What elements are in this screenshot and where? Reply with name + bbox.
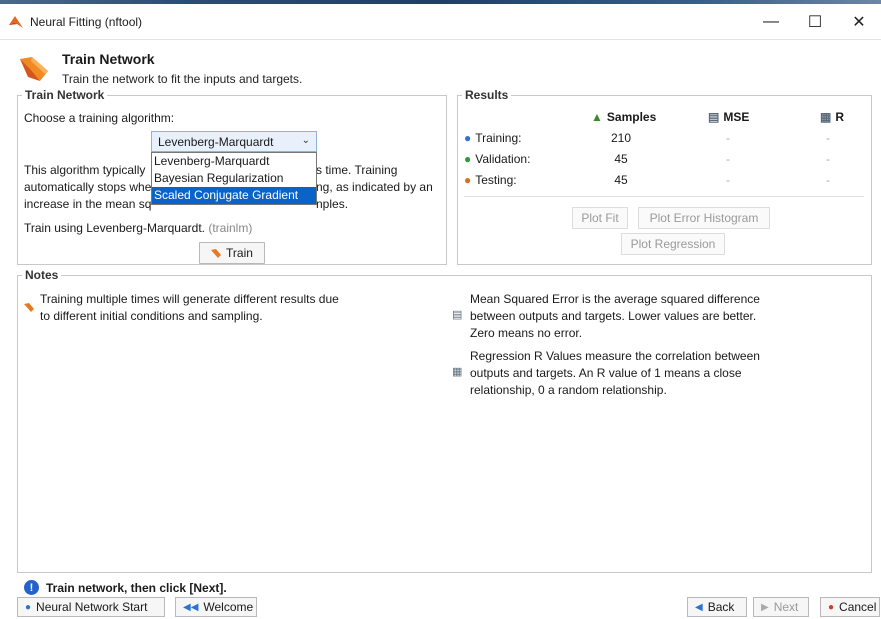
r-header: ▦ R <box>820 110 845 124</box>
training-r: - <box>826 131 830 145</box>
validation-icon: ● <box>464 152 472 166</box>
status-message: Train network, then click [Next]. <box>46 580 227 595</box>
results-panel-title: Results <box>462 88 512 102</box>
mse-icon: ▤ <box>708 110 720 124</box>
testing-r: - <box>826 173 830 187</box>
welcome-button[interactable]: ◀◀ Welcome <box>175 597 257 617</box>
train-network-panel: Train Network Choose a training algorith… <box>17 88 447 265</box>
option-levenberg-marquardt[interactable]: Levenberg-Marquardt <box>152 153 316 170</box>
samples-icon: ▲ <box>591 110 603 124</box>
train-function-hint: (trainlm) <box>208 221 253 235</box>
info-icon: ! <box>24 580 39 595</box>
training-samples: 210 <box>610 131 632 145</box>
welcome-icon: ◀◀ <box>183 601 199 613</box>
testing-row-label: ● Testing: <box>464 173 517 187</box>
validation-samples: 45 <box>614 152 628 166</box>
train-icon <box>211 249 222 258</box>
back-button[interactable]: ◀ Back <box>687 597 747 617</box>
mse-note-line1: Mean Squared Error is the average square… <box>470 292 760 306</box>
maximize-button[interactable]: ☐ <box>793 4 837 40</box>
nn-start-icon: ● <box>25 601 32 613</box>
algorithm-dropdown: Levenberg-Marquardt Bayesian Regularizat… <box>151 152 317 205</box>
notes-panel: Notes Training multiple times will gener… <box>17 268 872 573</box>
r-note-icon: ▦ <box>452 366 463 378</box>
algorithm-select[interactable]: Levenberg-Marquardt ⌄ <box>151 131 317 152</box>
notes-panel-title: Notes <box>22 268 62 282</box>
training-note-line2: to different initial conditions and samp… <box>40 309 263 323</box>
testing-mse: - <box>726 173 730 187</box>
train-note-icon <box>24 303 34 312</box>
page-title: Train Network <box>62 51 155 67</box>
plot-fit-button[interactable]: Plot Fit <box>572 207 628 229</box>
validation-row-label: ● Validation: <box>464 152 531 166</box>
option-bayesian-regularization[interactable]: Bayesian Regularization <box>152 170 316 187</box>
status-bar: ! Train network, then click [Next]. <box>24 580 227 595</box>
validation-r: - <box>826 152 830 166</box>
close-button[interactable]: ✕ <box>837 4 881 40</box>
option-scaled-conjugate-gradient[interactable]: Scaled Conjugate Gradient <box>152 187 316 204</box>
title-bar: Neural Fitting (nftool) — ☐ ✕ <box>0 4 881 40</box>
results-panel: Results ▲ Samples ▤ MSE ▦ R ● Training: 2… <box>457 88 872 265</box>
train-using-text: Train using Levenberg-Marquardt. (trainl… <box>24 221 253 235</box>
cancel-icon: ● <box>828 601 835 613</box>
page-subtitle: Train the network to fit the inputs and … <box>62 72 303 86</box>
chevron-down-icon: ⌄ <box>301 135 310 146</box>
train-icon <box>20 57 48 81</box>
r-note-line1: Regression R Values measure the correlat… <box>470 349 760 363</box>
algorithm-select-value: Levenberg-Marquardt <box>158 134 274 149</box>
training-mse: - <box>726 131 730 145</box>
samples-header: ▲ Samples <box>591 110 657 124</box>
window-title: Neural Fitting (nftool) <box>30 14 143 29</box>
page-header: Train Network Train the network to fit t… <box>0 40 881 88</box>
mse-header: ▤ MSE <box>708 110 750 124</box>
mse-note-icon: ▤ <box>452 309 463 321</box>
mse-note-line3: Zero means no error. <box>470 326 583 340</box>
train-button[interactable]: Train <box>199 242 265 264</box>
r-icon: ▦ <box>820 110 832 124</box>
mse-note-line2: between outputs and targets. Lower value… <box>470 309 757 323</box>
next-button[interactable]: ▶ Next <box>753 597 809 617</box>
neural-network-start-button[interactable]: ● Neural Network Start <box>17 597 165 617</box>
results-divider <box>464 196 864 197</box>
cancel-button[interactable]: ● Cancel <box>820 597 880 617</box>
validation-mse: - <box>726 152 730 166</box>
train-panel-title: Train Network <box>22 88 108 102</box>
choose-algorithm-label: Choose a training algorithm: <box>24 111 175 125</box>
training-note-line1: Training multiple times will generate di… <box>40 292 339 306</box>
arrow-right-icon: ▶ <box>761 601 769 613</box>
arrow-left-icon: ◀ <box>695 601 703 613</box>
minimize-button[interactable]: — <box>749 4 793 40</box>
testing-samples: 45 <box>614 173 628 187</box>
testing-icon: ● <box>464 173 472 187</box>
matlab-icon <box>9 15 23 28</box>
training-icon: ● <box>464 131 472 145</box>
plot-regression-button[interactable]: Plot Regression <box>621 233 725 255</box>
training-row-label: ● Training: <box>464 131 522 145</box>
r-note-line3: relationship, 0 a random relationship. <box>470 383 667 397</box>
plot-error-histogram-button[interactable]: Plot Error Histogram <box>638 207 770 229</box>
r-note-line2: outputs and targets. An R value of 1 mea… <box>470 366 742 380</box>
